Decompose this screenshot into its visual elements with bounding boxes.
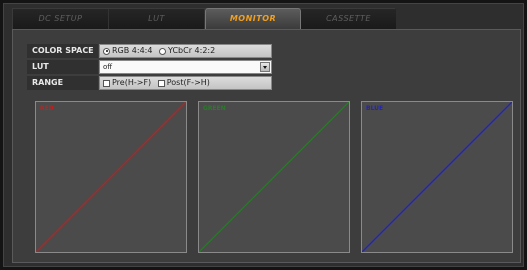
lut-label: LUT (27, 60, 98, 74)
red-curve-plot (36, 102, 186, 252)
color-space-label: COLOR SPACE (27, 44, 98, 58)
tab-bar: DC SETUP LUT MONITOR CASSETTE (12, 8, 396, 29)
monitor-window: DC SETUP LUT MONITOR CASSETTE COLOR SPAC… (3, 3, 524, 267)
radio-ycbcr422[interactable]: YCbCr 4:2:2 (159, 45, 215, 57)
checkbox-pre-label: Pre(H->F) (112, 78, 152, 87)
blue-curve-line (362, 102, 512, 252)
green-curve-plot (199, 102, 349, 252)
radio-rgb444-label: RGB 4:4:4 (112, 46, 153, 55)
range-field: Pre(H->F) Post(F->H) (99, 76, 272, 90)
radio-icon[interactable] (103, 47, 110, 55)
green-curve-line (199, 102, 349, 252)
green-graph-title: GREEN (203, 105, 226, 112)
checkbox-post[interactable]: Post(F->H) (157, 77, 210, 89)
red-curve-graph: RED (35, 101, 187, 253)
tab-monitor[interactable]: MONITOR (205, 8, 301, 29)
lut-select-value: off (103, 63, 113, 71)
tab-dc-setup[interactable]: DC SETUP (13, 9, 109, 29)
checkbox-pre[interactable]: Pre(H->F) (103, 77, 151, 89)
monitor-panel: COLOR SPACE RGB 4:4:4 YCbCr 4:2:2 LUT of… (12, 29, 521, 263)
blue-curve-plot (362, 102, 512, 252)
green-curve-graph: GREEN (198, 101, 350, 253)
checkbox-icon[interactable] (103, 79, 110, 87)
red-curve-line (36, 102, 186, 252)
tab-cassette[interactable]: CASSETTE (301, 9, 396, 29)
radio-icon[interactable] (159, 47, 166, 55)
checkbox-post-label: Post(F->H) (166, 78, 210, 87)
radio-ycbcr422-label: YCbCr 4:2:2 (168, 46, 216, 55)
range-label: RANGE (27, 76, 98, 90)
blue-graph-title: BLUE (366, 105, 384, 112)
blue-curve-graph: BLUE (361, 101, 513, 253)
radio-rgb444[interactable]: RGB 4:4:4 (103, 45, 152, 57)
tab-lut[interactable]: LUT (109, 9, 205, 29)
red-graph-title: RED (40, 105, 54, 112)
chevron-down-icon[interactable] (260, 62, 270, 72)
color-space-field: RGB 4:4:4 YCbCr 4:2:2 (99, 44, 272, 58)
lut-select[interactable]: off (99, 60, 272, 74)
checkbox-icon[interactable] (157, 79, 165, 87)
